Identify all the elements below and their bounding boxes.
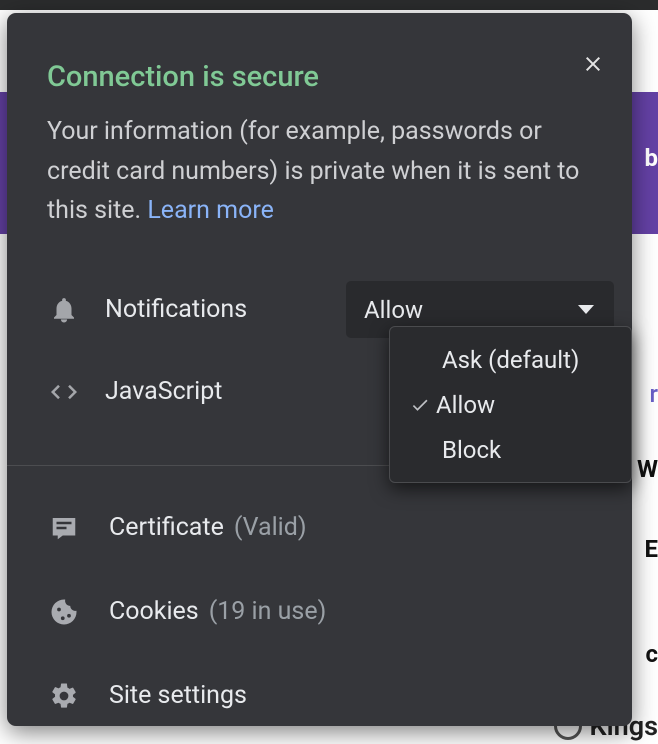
- menu-option-label: Ask (default): [442, 346, 579, 374]
- check-icon: [410, 395, 430, 415]
- menu-option-block[interactable]: Block: [390, 427, 631, 472]
- select-value: Allow: [364, 296, 423, 324]
- browser-toolbar-strip: [0, 0, 658, 10]
- menu-option-ask[interactable]: Ask (default): [390, 337, 631, 382]
- page-fragment: r: [650, 380, 658, 408]
- permission-label: Notifications: [105, 295, 346, 324]
- site-settings-link[interactable]: Site settings: [47, 654, 592, 738]
- bell-icon: [47, 293, 81, 327]
- page-fragment: W: [637, 455, 658, 483]
- certificate-label: Certificate: [109, 513, 224, 542]
- close-icon: [581, 52, 605, 76]
- info-links-section: Certificate (Valid) Cookies (19 in use) …: [7, 466, 632, 738]
- gear-icon: [47, 679, 81, 713]
- certificate-status: (Valid): [234, 513, 307, 542]
- description-text: Your information (for example, passwords…: [47, 117, 579, 225]
- menu-option-label: Block: [442, 436, 501, 464]
- learn-more-link[interactable]: Learn more: [147, 196, 273, 225]
- site-settings-label: Site settings: [109, 681, 247, 710]
- permission-dropdown-menu: Ask (default) Allow Block: [389, 326, 632, 483]
- certificate-icon: [47, 511, 81, 545]
- connection-description: Your information (for example, passwords…: [7, 94, 632, 231]
- code-icon: [47, 375, 81, 409]
- menu-option-label: Allow: [436, 391, 495, 419]
- chevron-down-icon: [578, 305, 594, 314]
- page-fragment: b: [645, 144, 658, 172]
- connection-title: Connection is secure: [7, 13, 632, 94]
- page-fragment: c: [645, 640, 658, 668]
- page-fragment: E: [645, 535, 658, 563]
- cookies-status: (19 in use): [209, 597, 327, 626]
- cookies-link[interactable]: Cookies (19 in use): [47, 570, 592, 654]
- menu-option-allow[interactable]: Allow: [390, 382, 631, 427]
- close-button[interactable]: [576, 47, 610, 81]
- certificate-link[interactable]: Certificate (Valid): [47, 486, 592, 570]
- cookies-label: Cookies: [109, 597, 199, 626]
- cookie-icon: [47, 595, 81, 629]
